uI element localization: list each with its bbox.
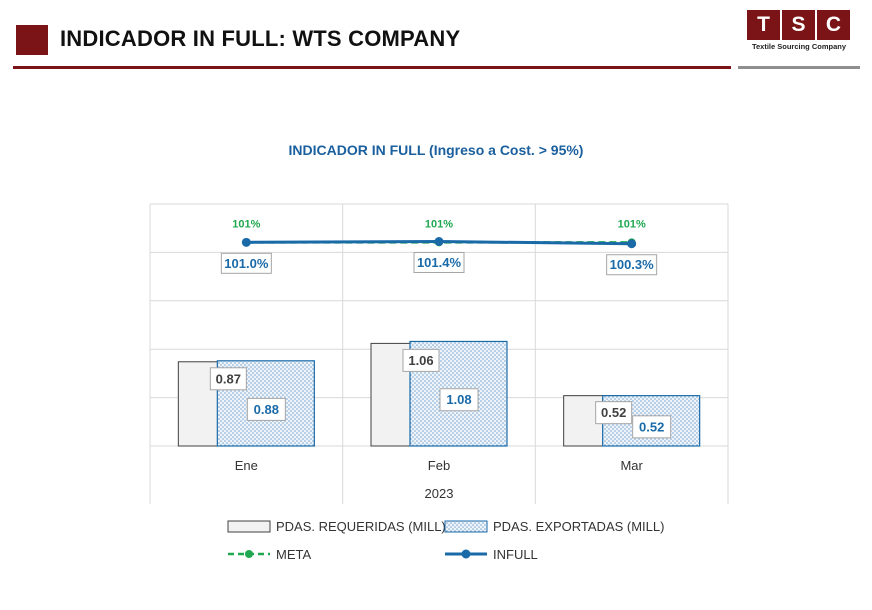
legend-label: META — [276, 547, 311, 562]
x-tick-label: Ene — [235, 458, 258, 473]
infull-point — [627, 239, 637, 249]
label-requeridas: 0.87 — [209, 367, 247, 391]
legend-marker — [245, 550, 253, 558]
meta-label: 101% — [425, 218, 453, 230]
legend-infull: INFULL — [445, 547, 538, 562]
x-axis-label: 2023 — [425, 486, 454, 501]
data-label-text: 100.3% — [610, 257, 655, 272]
data-label-text: 1.08 — [446, 392, 471, 407]
legend-label: PDAS. REQUERIDAS (MILL) — [276, 519, 446, 534]
data-label-text: 101.4% — [417, 255, 462, 270]
x-tick-label: Feb — [428, 458, 450, 473]
legend-swatch — [444, 520, 488, 533]
legend-label: INFULL — [493, 547, 538, 562]
data-label-text: 0.52 — [601, 405, 626, 420]
label-requeridas: 0.52 — [595, 401, 633, 425]
label-exportadas: 1.08 — [439, 388, 479, 412]
data-label-text: 0.88 — [254, 402, 279, 417]
label-requeridas: 1.06 — [402, 348, 440, 372]
legend-label: PDAS. EXPORTADAS (MILL) — [493, 519, 664, 534]
legend-marker — [461, 549, 471, 559]
label-exportadas: 0.52 — [632, 415, 672, 439]
infull-point — [434, 237, 444, 247]
data-label-text: 0.87 — [216, 371, 241, 386]
infull-point — [241, 237, 251, 247]
infull-label: 100.3% — [606, 254, 658, 276]
data-label-text: 101.0% — [224, 256, 269, 271]
meta-label: 101% — [232, 218, 260, 230]
infull-label: 101.4% — [413, 252, 465, 274]
legend-requeridas: PDAS. REQUERIDAS (MILL) — [227, 519, 446, 534]
label-exportadas: 0.88 — [246, 397, 286, 421]
meta-label: 101% — [618, 218, 646, 230]
x-tick-label: Mar — [620, 458, 643, 473]
legend-swatch — [227, 520, 271, 533]
legend-meta: META — [228, 547, 311, 562]
infull-label: 101.0% — [220, 252, 272, 274]
chart-canvas: 0.87 0.88 1.06 1.08 0.52 0.52 101% 101% 101% 101.… — [149, 203, 729, 562]
data-label-text: 0.52 — [639, 419, 664, 434]
legend-exportadas: PDAS. EXPORTADAS (MILL) — [444, 519, 664, 534]
data-label-text: 1.06 — [408, 353, 433, 368]
